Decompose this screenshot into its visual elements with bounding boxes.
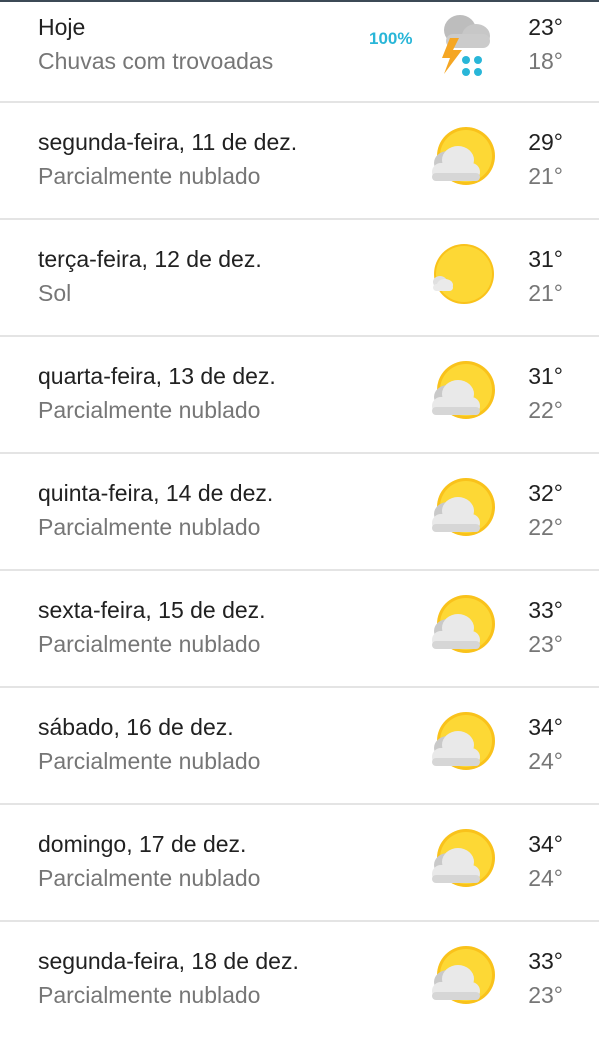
forecast-row[interactable]: sexta-feira, 15 de dez. Parcialmente nub… xyxy=(0,571,599,688)
high-temp: 32° xyxy=(528,480,563,506)
forecast-row[interactable]: quarta-feira, 13 de dez. Parcialmente nu… xyxy=(0,337,599,454)
partly-cloudy-icon xyxy=(428,359,496,425)
day-label: quarta-feira, 13 de dez. xyxy=(38,363,276,389)
day-label: quinta-feira, 14 de dez. xyxy=(38,480,274,506)
low-temp: 22° xyxy=(528,397,563,423)
condition-label: Parcialmente nublado xyxy=(38,163,261,189)
day-label: terça-feira, 12 de dez. xyxy=(38,246,262,272)
condition-label: Sol xyxy=(38,280,72,306)
high-temp: 33° xyxy=(528,597,563,623)
day-label: sábado, 16 de dez. xyxy=(38,714,234,740)
low-temp: 24° xyxy=(528,865,563,891)
sunny-icon xyxy=(428,242,496,308)
forecast-row[interactable]: domingo, 17 de dez. Parcialmente nublado… xyxy=(0,805,599,922)
low-temp: 23° xyxy=(528,631,563,657)
partly-cloudy-icon xyxy=(428,827,496,893)
condition-label: Parcialmente nublado xyxy=(38,748,261,774)
forecast-row[interactable]: segunda-feira, 11 de dez. Parcialmente n… xyxy=(0,103,599,220)
forecast-row[interactable]: terça-feira, 12 de dez. Sol 31° 21° xyxy=(0,220,599,337)
partly-cloudy-icon xyxy=(428,593,496,659)
forecast-row[interactable]: quinta-feira, 14 de dez. Parcialmente nu… xyxy=(0,454,599,571)
condition-label: Parcialmente nublado xyxy=(38,514,261,540)
low-temp: 18° xyxy=(528,48,563,74)
forecast-list: Hoje Chuvas com trovoadas 100% 23° 18° s… xyxy=(0,0,599,1039)
condition-label: Chuvas com trovoadas xyxy=(38,48,274,74)
partly-cloudy-icon xyxy=(428,710,496,776)
day-label: segunda-feira, 18 de dez. xyxy=(38,948,299,974)
high-temp: 34° xyxy=(528,831,563,857)
low-temp: 23° xyxy=(528,982,563,1008)
high-temp: 29° xyxy=(528,129,563,155)
high-temp: 31° xyxy=(528,246,563,272)
day-label: domingo, 17 de dez. xyxy=(38,831,247,857)
low-temp: 21° xyxy=(528,163,563,189)
low-temp: 22° xyxy=(528,514,563,540)
thunderstorm-icon xyxy=(436,8,494,80)
condition-label: Parcialmente nublado xyxy=(38,397,261,423)
precipitation-chance: 100% xyxy=(369,29,413,48)
low-temp: 21° xyxy=(528,280,563,306)
day-label: Hoje xyxy=(38,14,86,40)
condition-label: Parcialmente nublado xyxy=(38,865,261,891)
partly-cloudy-icon xyxy=(428,944,496,1010)
low-temp: 24° xyxy=(528,748,563,774)
high-temp: 34° xyxy=(528,714,563,740)
forecast-row-today[interactable]: Hoje Chuvas com trovoadas 100% 23° 18° xyxy=(0,0,599,103)
forecast-row[interactable]: sábado, 16 de dez. Parcialmente nublado … xyxy=(0,688,599,805)
high-temp: 23° xyxy=(528,14,563,40)
partly-cloudy-icon xyxy=(428,476,496,542)
day-label: segunda-feira, 11 de dez. xyxy=(38,129,298,155)
condition-label: Parcialmente nublado xyxy=(38,982,261,1008)
partly-cloudy-icon xyxy=(428,125,496,191)
day-label: sexta-feira, 15 de dez. xyxy=(38,597,266,623)
high-temp: 33° xyxy=(528,948,563,974)
condition-label: Parcialmente nublado xyxy=(38,631,261,657)
high-temp: 31° xyxy=(528,363,563,389)
forecast-row[interactable]: segunda-feira, 18 de dez. Parcialmente n… xyxy=(0,922,599,1039)
